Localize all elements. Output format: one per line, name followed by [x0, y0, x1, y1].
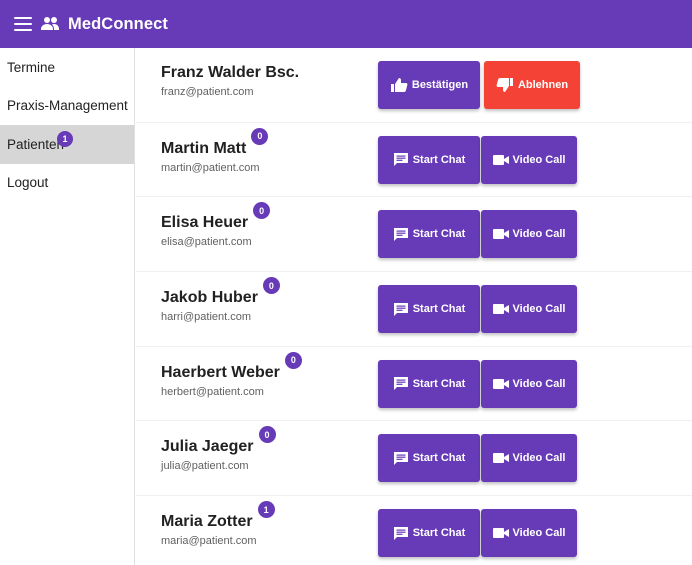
video-camera-icon — [492, 228, 509, 240]
video-call-button[interactable]: Video Call — [481, 210, 577, 259]
patient-name: Julia Jaeger 0 — [161, 426, 276, 456]
message-badge: 0 — [284, 351, 302, 369]
video-call-label: Video Call — [512, 153, 566, 166]
start-chat-button[interactable]: Start Chat — [378, 135, 480, 184]
video-call-label: Video Call — [512, 527, 566, 540]
patient-row: Julia Jaeger 0 julia@patient.com Start Ch… — [136, 421, 692, 497]
patient-email: herbert@patient.com — [161, 385, 264, 398]
message-badge: 0 — [262, 277, 280, 295]
start-chat-label: Start Chat — [412, 153, 466, 166]
patient-name: Elisa Heuer 0 — [161, 202, 271, 232]
video-camera-icon — [492, 452, 509, 464]
start-chat-button[interactable]: Start Chat — [378, 434, 480, 483]
chat-icon — [393, 526, 409, 541]
patient-name-text: Haerbert Weber — [161, 363, 280, 381]
video-camera-icon — [492, 527, 509, 539]
sidebar-item-label: Termine — [7, 59, 56, 75]
patient-row: Elisa Heuer 0 elisa@patient.com Start Cha… — [136, 197, 692, 273]
sidebar-item-label: Logout — [7, 175, 49, 191]
chat-icon — [393, 451, 409, 466]
patient-email: martin@patient.com — [161, 161, 260, 174]
patient-row: Jakob Huber 0 harri@patient.com Start Cha… — [136, 272, 692, 347]
chat-icon — [393, 376, 409, 391]
app-title: MedConnect — [68, 14, 168, 33]
people-icon — [40, 16, 60, 32]
notification-badge: 1 — [57, 131, 73, 147]
sidebar-item-praxis-management[interactable]: Praxis-Management — [0, 87, 134, 126]
start-chat-label: Start Chat — [412, 303, 466, 316]
thumbs-up-icon — [390, 77, 408, 93]
start-chat-button[interactable]: Start Chat — [378, 285, 480, 334]
patient-name: Maria Zotter 1 — [161, 501, 275, 531]
message-badge: 0 — [253, 202, 271, 220]
video-call-label: Video Call — [512, 452, 566, 465]
confirm-label: Bestätigen — [411, 79, 469, 91]
start-chat-label: Start Chat — [412, 527, 466, 540]
message-badge: 0 — [258, 426, 276, 444]
message-badge: 1 — [257, 501, 275, 519]
patient-name: Haerbert Weber 0 — [161, 351, 302, 382]
chat-icon — [393, 302, 409, 317]
patient-name-text: Julia Jaeger — [161, 438, 254, 456]
start-chat-button[interactable]: Start Chat — [378, 509, 480, 558]
message-badge: 0 — [251, 127, 269, 145]
video-call-label: Video Call — [512, 228, 566, 241]
menu-icon[interactable] — [14, 17, 32, 31]
patient-name: Franz Walder Bsc. — [161, 64, 300, 81]
sidebar-item-label: Patienten — [7, 136, 65, 152]
patient-email: elisa@patient.com — [161, 236, 252, 249]
patient-row: Haerbert Weber 0 herbert@patient.com Star… — [136, 347, 692, 422]
patient-name-text: Jakob Huber — [161, 289, 258, 307]
patient-row: Maria Zotter 1 maria@patient.com Start Ch… — [136, 496, 692, 565]
patient-name-text: Maria Zotter — [161, 513, 253, 531]
thumbs-down-icon — [496, 77, 514, 93]
patient-name: Jakob Huber 0 — [161, 277, 280, 307]
sidebar-item-logout[interactable]: Logout — [0, 164, 134, 203]
sidebar-item-termine[interactable]: Termine — [0, 48, 134, 87]
start-chat-label: Start Chat — [412, 452, 466, 465]
patient-email: julia@patient.com — [161, 460, 249, 473]
start-chat-label: Start Chat — [412, 228, 466, 241]
confirm-button[interactable]: Bestätigen — [378, 61, 480, 109]
patient-email: harri@patient.com — [161, 311, 252, 324]
patient-name-text: Elisa Heuer — [161, 214, 249, 232]
reject-label: Ablehnen — [517, 79, 569, 91]
patient-name-text: Martin Matt — [161, 139, 247, 157]
app-bar: MedConnect — [0, 0, 692, 48]
patient-email: maria@patient.com — [161, 535, 257, 548]
video-camera-icon — [492, 303, 509, 315]
chat-icon — [393, 152, 409, 167]
video-camera-icon — [492, 154, 509, 166]
reject-button[interactable]: Ablehnen — [484, 61, 580, 109]
patient-row: Martin Matt 0 martin@patient.com Start Ch… — [136, 123, 692, 198]
video-call-button[interactable]: Video Call — [481, 135, 577, 184]
video-camera-icon — [492, 378, 509, 390]
sidebar-item-patienten[interactable]: Patienten 1 — [0, 125, 134, 164]
patient-email: franz@patient.com — [161, 86, 254, 98]
start-chat-label: Start Chat — [412, 377, 466, 390]
video-call-button[interactable]: Video Call — [481, 509, 577, 558]
video-call-label: Video Call — [512, 303, 566, 316]
video-call-button[interactable]: Video Call — [481, 359, 577, 408]
start-chat-button[interactable]: Start Chat — [378, 359, 480, 408]
patient-name: Martin Matt 0 — [161, 127, 269, 158]
sidebar: Termine Praxis-Management Patienten 1 Lo… — [0, 48, 135, 565]
video-call-label: Video Call — [512, 377, 566, 390]
chat-icon — [393, 227, 409, 242]
video-call-button[interactable]: Video Call — [481, 434, 577, 483]
start-chat-button[interactable]: Start Chat — [378, 210, 480, 259]
patient-row: Franz Walder Bsc. franz@patient.com Best… — [136, 48, 692, 123]
video-call-button[interactable]: Video Call — [481, 285, 577, 334]
patient-list: Franz Walder Bsc. franz@patient.com Best… — [136, 48, 692, 565]
sidebar-item-label: Praxis-Management — [7, 98, 128, 114]
